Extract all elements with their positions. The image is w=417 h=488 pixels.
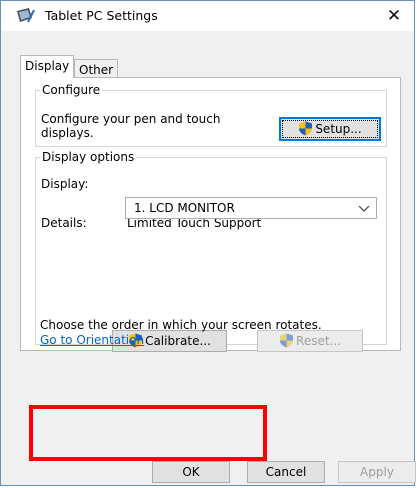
display-label: Display: bbox=[41, 177, 89, 191]
uac-shield-icon bbox=[299, 121, 313, 136]
apply-button-label: Apply bbox=[360, 465, 394, 479]
chevron-down-icon bbox=[358, 205, 370, 212]
title-bar: Tablet PC Settings ✕ bbox=[1, 1, 414, 31]
details-label: Details: bbox=[41, 216, 87, 230]
close-icon: ✕ bbox=[386, 6, 402, 26]
configure-description: Configure your pen and touch displays. bbox=[41, 112, 221, 140]
ok-button[interactable]: OK bbox=[152, 461, 230, 483]
tab-display-label: Display bbox=[25, 59, 70, 73]
cancel-button-label: Cancel bbox=[265, 465, 307, 479]
calibrate-button-label: Calibrate... bbox=[145, 334, 211, 348]
tablet-pc-settings-window: Tablet PC Settings ✕ Display Other Confi… bbox=[0, 0, 416, 486]
uac-shield-icon bbox=[280, 333, 294, 348]
display-options-group-label: Display options bbox=[42, 150, 135, 164]
apply-button[interactable]: Apply bbox=[338, 461, 416, 483]
display-options-group: Display options Display: Details: Limite… bbox=[35, 150, 387, 352]
reset-button-label: Reset... bbox=[296, 334, 341, 348]
configure-group: Configure Configure your pen and touch d… bbox=[35, 83, 387, 147]
go-to-orientation-link[interactable]: Go to Orientation bbox=[40, 333, 144, 347]
highlight-annotation-box bbox=[29, 405, 267, 461]
cancel-button[interactable]: Cancel bbox=[247, 461, 325, 483]
tab-display[interactable]: Display bbox=[20, 55, 74, 78]
display-select[interactable]: 1. LCD MONITOR bbox=[125, 197, 377, 219]
tablet-pc-settings-icon bbox=[17, 8, 35, 23]
ok-button-label: OK bbox=[182, 465, 200, 479]
setup-button-caption: Setup... bbox=[298, 121, 362, 136]
orientation-description: Choose the order in which your screen ro… bbox=[40, 318, 322, 332]
display-select-value: 1. LCD MONITOR bbox=[134, 201, 235, 215]
close-button[interactable]: ✕ bbox=[374, 1, 414, 31]
setup-button[interactable]: Setup... bbox=[279, 117, 381, 141]
tab-other-label: Other bbox=[79, 63, 114, 77]
configure-group-label: Configure bbox=[42, 83, 101, 97]
setup-button-label: Setup... bbox=[315, 122, 362, 136]
window-title: Tablet PC Settings bbox=[45, 8, 158, 23]
tab-other[interactable]: Other bbox=[74, 59, 118, 79]
reset-button[interactable]: Reset... bbox=[257, 330, 363, 352]
